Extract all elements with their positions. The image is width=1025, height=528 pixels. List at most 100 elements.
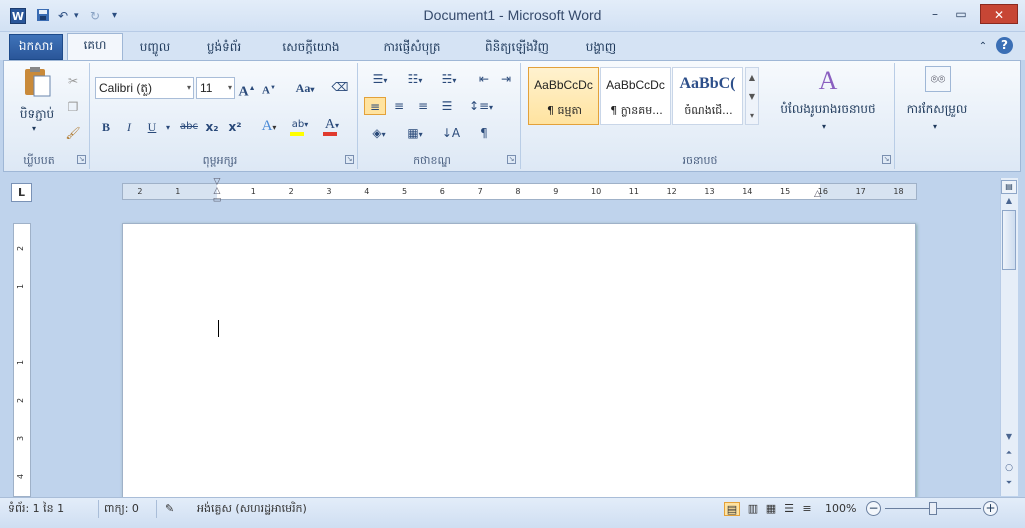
font-color-icon[interactable]: A▾ (320, 116, 344, 136)
sort-icon[interactable]: ↓A (440, 124, 462, 142)
tab-home[interactable]: គេហ (67, 33, 123, 61)
right-indent-marker-icon[interactable]: △ (814, 189, 826, 199)
tab-mailings[interactable]: ការផ្ញើសំបុត្រ (368, 36, 456, 60)
binoculars-icon[interactable]: ⌾⌾ (925, 66, 951, 92)
decrease-indent-icon[interactable]: ⇤ (474, 70, 494, 88)
ruler-tick-label: 7 (477, 187, 483, 196)
status-separator (156, 500, 157, 518)
proofing-icon[interactable]: ✎ (165, 502, 181, 516)
change-case-icon[interactable]: Aa▾ (292, 79, 318, 97)
style-normal[interactable]: AaBbCcDc ¶ ធម្មតា (528, 67, 599, 125)
strikethrough-button[interactable]: abc (178, 118, 200, 136)
highlight-color-icon[interactable]: ab▾ (288, 116, 312, 136)
numbering-icon[interactable]: ☷▾ (400, 70, 430, 88)
clear-formatting-icon[interactable]: ⌫ (330, 78, 350, 96)
zoom-slider-thumb[interactable] (929, 502, 937, 515)
help-icon[interactable]: ? (996, 37, 1013, 54)
maximize-button[interactable]: ▭ (951, 4, 971, 24)
scrollbar-thumb[interactable] (1002, 210, 1016, 270)
font-launcher-icon[interactable]: ↘ (345, 155, 354, 164)
draft-icon[interactable]: ≡ (799, 502, 815, 516)
align-right-icon[interactable]: ≡ (413, 97, 433, 115)
outline-icon[interactable]: ☰ (781, 502, 797, 516)
tab-view[interactable]: បង្ហាញ (576, 36, 626, 60)
style-preview: AaBbCcDc (606, 78, 665, 92)
text-effects-icon[interactable]: A▾ (258, 117, 280, 135)
zoom-out-button[interactable]: − (866, 501, 881, 516)
italic-button[interactable]: I (120, 118, 138, 136)
tab-references[interactable]: សេចក្តីយោង (268, 36, 354, 60)
line-spacing-icon[interactable]: ↕≡▾ (468, 97, 494, 115)
window-title: Document1 - Microsoft Word (423, 7, 602, 23)
increase-indent-icon[interactable]: ⇥ (496, 70, 516, 88)
vertical-ruler-tick-label: 2 (16, 397, 26, 404)
paste-button[interactable]: បិទភ្ជាប់ (12, 106, 62, 124)
chevron-down-icon[interactable]: ▾ (228, 78, 232, 98)
minimize-button[interactable]: – (925, 4, 945, 24)
style-name: ¶ ធម្មតា (547, 104, 582, 117)
scroll-up-icon[interactable]: ▲ (1003, 196, 1015, 205)
shading-icon[interactable]: ◈▾ (366, 124, 392, 142)
document-page[interactable] (122, 223, 916, 503)
web-layout-icon[interactable]: ▦ (763, 502, 779, 516)
vertical-ruler-tick-label: 1 (16, 283, 26, 290)
page-count-status[interactable]: ទំព័រ: 1 នៃ 1 (8, 502, 96, 516)
full-screen-reading-icon[interactable]: ▥ (745, 502, 761, 516)
paste-dropdown-icon[interactable]: ▾ (32, 124, 42, 133)
clipboard-launcher-icon[interactable]: ↘ (77, 155, 86, 164)
underline-button[interactable]: U (143, 118, 161, 136)
justify-icon[interactable]: ☰ (437, 97, 457, 115)
paragraph-launcher-icon[interactable]: ↘ (507, 155, 516, 164)
close-button[interactable]: ✕ (980, 4, 1018, 24)
zoom-in-button[interactable]: + (983, 501, 998, 516)
cut-icon[interactable]: ✂ (64, 72, 82, 90)
align-center-icon[interactable]: ≡ (389, 97, 409, 115)
ruler-tick-label: 5 (402, 187, 408, 196)
tab-file[interactable]: ឯកសារ (9, 34, 63, 60)
font-name-combo[interactable]: Calibri (តួ) ▾ (95, 77, 194, 99)
font-size-combo[interactable]: 11 ▾ (196, 77, 235, 99)
chevron-down-icon[interactable]: ▾ (822, 122, 832, 131)
view-ruler-icon[interactable]: ▤ (1001, 180, 1017, 194)
style-heading-1[interactable]: AaBbC(ចំណងជើ... (672, 67, 743, 125)
scroll-down-icon[interactable]: ▼ (1003, 432, 1015, 441)
minimize-ribbon-icon[interactable]: ⌃ (976, 36, 990, 60)
tab-review[interactable]: ពិនិត្យឡើងវិញ (468, 36, 566, 60)
language-status[interactable]: អង់គ្លេស (សហរដ្ឋអាមេរិក) (197, 502, 357, 516)
chevron-down-icon[interactable]: ▾ (933, 122, 943, 131)
bold-button[interactable]: B (97, 118, 115, 136)
change-styles-icon[interactable]: A (808, 66, 848, 96)
grow-font-icon[interactable]: A▲ (238, 79, 256, 100)
styles-scroll[interactable]: ▲ ▼ ▾ (745, 67, 759, 125)
superscript-button[interactable]: x² (226, 118, 244, 136)
multilevel-list-icon[interactable]: ☵▾ (434, 70, 464, 88)
editing-button[interactable]: ការកែសម្រួល (898, 101, 976, 119)
format-painter-icon[interactable]: 🖌 (64, 124, 82, 142)
copy-icon[interactable]: ❐ (64, 98, 82, 116)
bullets-icon[interactable]: ☰▾ (366, 70, 394, 88)
show-formatting-icon[interactable]: ¶ (474, 124, 494, 142)
status-separator (98, 500, 99, 518)
chevron-down-icon[interactable]: ▾ (187, 78, 191, 98)
zoom-level[interactable]: 100% (825, 502, 861, 516)
print-layout-icon[interactable]: ▤ (724, 502, 740, 516)
underline-dropdown-icon[interactable]: ▾ (163, 119, 173, 137)
styles-launcher-icon[interactable]: ↘ (882, 155, 891, 164)
tab-selector[interactable]: L (11, 183, 32, 202)
indent-marker-icon[interactable]: ▽ △ ▭ (211, 178, 223, 206)
vertical-ruler-tick-label: 1 (16, 359, 26, 366)
style-no-spacing[interactable]: AaBbCcDc ¶ ក្លានគម... (600, 67, 671, 125)
borders-icon[interactable]: ▦▾ (400, 124, 430, 142)
change-styles-button[interactable]: បំលែងរូបរាងរចនាបថ (764, 101, 892, 119)
word-count-status[interactable]: ពាក្យ: 0 (104, 502, 154, 516)
align-left-icon[interactable]: ≡ (364, 97, 386, 115)
shrink-font-icon[interactable]: A▼ (260, 79, 278, 97)
tab-page-layout[interactable]: ប្លង់ទំព័រ (192, 36, 256, 60)
browse-object-icon[interactable]: ○ (1003, 463, 1015, 473)
text-cursor (218, 320, 219, 337)
paste-icon[interactable] (22, 66, 52, 100)
tab-insert[interactable]: បញ្ចូល (130, 36, 180, 60)
previous-page-icon[interactable]: ⏶ (1003, 448, 1015, 458)
subscript-button[interactable]: x₂ (203, 118, 221, 136)
next-page-icon[interactable]: ⏷ (1003, 478, 1015, 488)
